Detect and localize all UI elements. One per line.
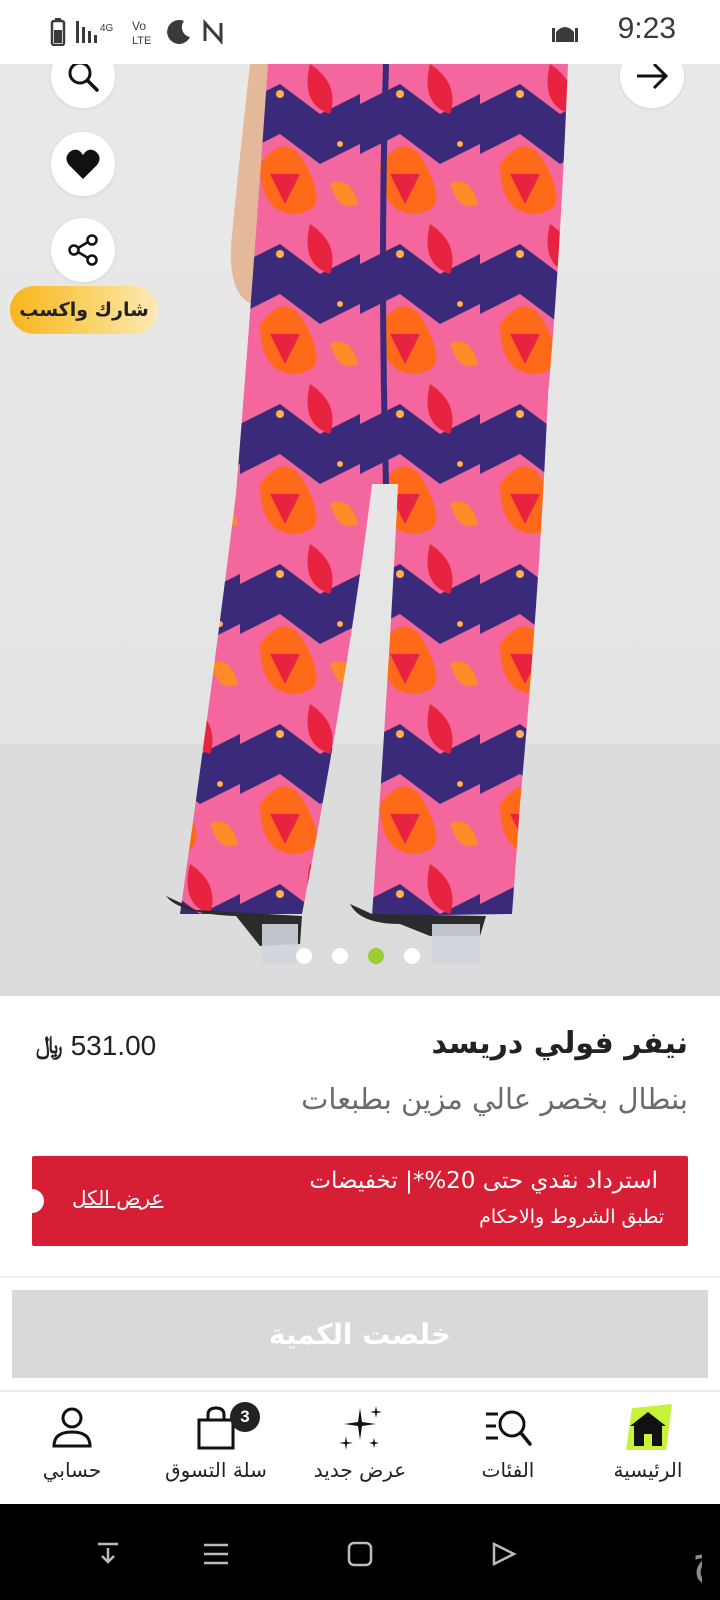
- mosque-icon: [552, 27, 578, 42]
- battery-icon: [50, 18, 66, 46]
- svg-text:Vo: Vo: [132, 19, 146, 33]
- brand-name[interactable]: نيفر فولي دريسد: [431, 1026, 688, 1061]
- pager-dot-active[interactable]: [368, 948, 384, 964]
- profile-icon: [52, 1407, 92, 1448]
- promo-terms: تطبق الشروط والاحكام: [479, 1206, 664, 1228]
- product-photo: [0, 64, 720, 996]
- volte-icon: Vo LTE: [132, 19, 151, 46]
- recents-button[interactable]: [196, 1534, 236, 1574]
- price: ﷼ 531.00: [36, 1030, 156, 1062]
- nav-new-offers-label: عرض جديد: [313, 1458, 407, 1482]
- promo-notch: [32, 1189, 44, 1213]
- system-navigation-bar: حراج: [0, 1504, 720, 1600]
- svg-text:حراج: حراج: [692, 1531, 702, 1586]
- svg-text:LTE: LTE: [132, 35, 151, 46]
- divider: [0, 1276, 720, 1278]
- pager-dot[interactable]: [404, 948, 420, 964]
- nav-new-offers[interactable]: عرض جديد: [290, 1400, 430, 1500]
- nav-cart[interactable]: 3 سلة التسوق: [146, 1400, 286, 1500]
- share-and-earn-button[interactable]: شارك واكسب: [10, 286, 158, 334]
- signal-icon: 4G: [76, 21, 114, 43]
- clock: 9:23: [617, 12, 676, 45]
- nav-home-label: الرئيسية: [613, 1458, 683, 1482]
- nav-categories[interactable]: الفئات: [438, 1400, 578, 1500]
- search-icon: [68, 64, 99, 92]
- nav-account-label: حسابي: [42, 1458, 102, 1482]
- product-image[interactable]: شارك واكسب: [0, 64, 720, 996]
- product-title: بنطال بخصر عالي مزين بطبعات: [301, 1082, 688, 1116]
- menu-icon: [204, 1543, 228, 1565]
- status-icons: 4G Vo LTE: [50, 18, 224, 46]
- network-label: 4G: [100, 23, 114, 34]
- download-icon: [98, 1542, 118, 1564]
- nav-home[interactable]: الرئيسية: [578, 1400, 718, 1500]
- home-icon: [626, 1404, 672, 1450]
- heart-icon: [66, 149, 100, 179]
- home-square-icon: [347, 1541, 373, 1567]
- view-all-link[interactable]: عرض الكل: [72, 1186, 163, 1210]
- sparkles-icon: [339, 1406, 382, 1450]
- pager-dot[interactable]: [296, 948, 312, 964]
- haraj-watermark: حراج: [692, 1531, 702, 1586]
- status-bar: 4G Vo LTE 9:23: [0, 0, 720, 64]
- arrow-right-icon: [637, 64, 669, 90]
- price-value: 531.00: [70, 1030, 157, 1061]
- sold-out-button: خلصت الكمية: [12, 1290, 708, 1378]
- moon-icon: [167, 19, 190, 44]
- currency-symbol: ﷼: [36, 1032, 63, 1059]
- nfc-icon: [203, 19, 223, 45]
- cart-count-badge: 3: [230, 1402, 260, 1432]
- bottom-navigation: الرئيسية الفئات عرض جديد 3 سلة التسوق حس…: [0, 1392, 720, 1504]
- share-icon: [68, 234, 98, 266]
- nav-account[interactable]: حسابي: [2, 1400, 142, 1500]
- nav-categories-label: الفئات: [481, 1458, 535, 1482]
- cashback-promo-banner[interactable]: استرداد نقدي حتى 20%*| تخفيضات تطبق الشر…: [32, 1156, 688, 1246]
- categories-search-icon: [486, 1410, 532, 1446]
- pager-dot[interactable]: [332, 948, 348, 964]
- promo-title: استرداد نقدي حتى 20%*| تخفيضات: [309, 1168, 658, 1194]
- download-button[interactable]: [88, 1534, 128, 1574]
- home-button[interactable]: [340, 1534, 380, 1574]
- share-button[interactable]: [51, 218, 115, 282]
- wishlist-button[interactable]: [51, 132, 115, 196]
- image-pager-dots: [296, 948, 420, 964]
- nav-cart-label: سلة التسوق: [165, 1458, 267, 1482]
- screen: { "status_bar": { "time": "9:23", "icons…: [0, 0, 720, 1600]
